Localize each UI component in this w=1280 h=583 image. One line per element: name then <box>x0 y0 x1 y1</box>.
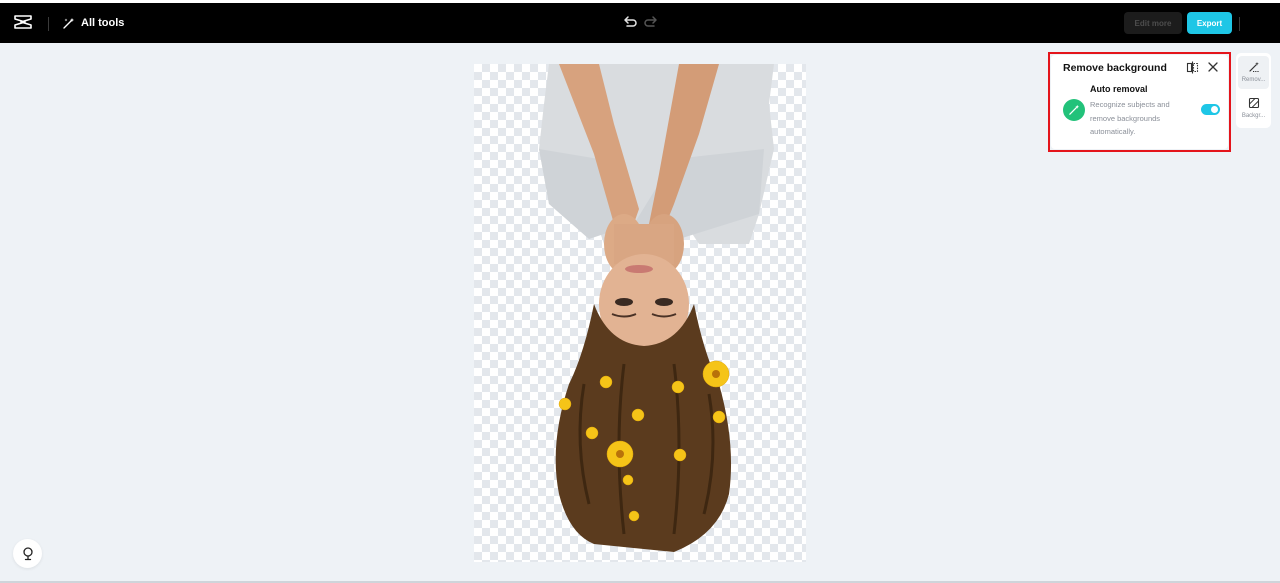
magic-wand-icon <box>63 17 74 29</box>
rail-item-label: Remov... <box>1241 77 1266 83</box>
panel-title: Remove background <box>1063 62 1167 74</box>
redo-icon <box>644 16 657 27</box>
image-canvas[interactable] <box>474 64 806 562</box>
top-bar: All tools Edit more Export <box>0 0 1280 43</box>
background-icon <box>1248 97 1259 109</box>
export-button[interactable]: Export <box>1187 12 1232 34</box>
auto-removal-description: Recognize subjects and remove background… <box>1090 100 1170 136</box>
remove-background-icon <box>1248 62 1259 72</box>
rail-item-remove[interactable]: Remov... <box>1238 56 1269 89</box>
all-tools-label: All tools <box>81 17 125 29</box>
edit-more-button[interactable]: Edit more <box>1124 12 1182 34</box>
remove-background-panel: Remove background Auto removal Recognize… <box>1051 55 1228 149</box>
help-button[interactable] <box>13 539 42 568</box>
auto-removal-toggle[interactable] <box>1201 104 1220 115</box>
auto-removal-icon <box>1063 99 1085 121</box>
auto-removal-title: Auto removal <box>1090 84 1148 94</box>
close-icon[interactable] <box>1207 61 1219 73</box>
capcut-logo-icon[interactable] <box>14 14 32 30</box>
toggle-knob <box>1211 106 1218 113</box>
magic-wand-icon <box>1069 104 1080 115</box>
compare-icon[interactable] <box>1186 61 1199 74</box>
divider <box>1239 17 1240 31</box>
all-tools-button[interactable]: All tools <box>62 14 124 32</box>
lightbulb-icon <box>22 546 33 560</box>
subject-image <box>539 64 774 552</box>
undo-icon[interactable] <box>621 14 637 30</box>
rail-item-background[interactable]: Backgr... <box>1238 92 1269 125</box>
rail-item-label: Backgr... <box>1241 113 1266 119</box>
right-tool-rail: Remov... Backgr... <box>1236 53 1271 128</box>
divider <box>48 17 49 31</box>
